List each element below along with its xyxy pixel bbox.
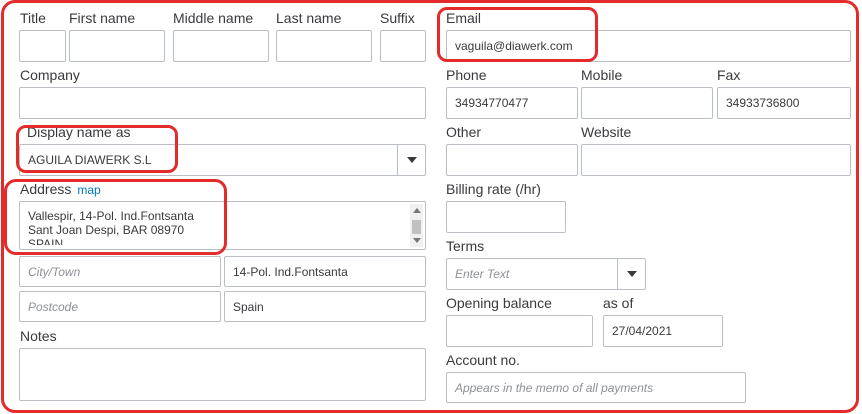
display-name-select[interactable]: AGUILA DIAWERK S.L (19, 144, 426, 176)
email-input[interactable]: vaguila@diawerk.com (446, 30, 851, 62)
first-name-label: First name (69, 10, 136, 26)
country-input[interactable]: Spain (224, 291, 426, 322)
address-textarea[interactable]: Vallespir, 14-Pol. Ind.Fontsanta Sant Jo… (19, 201, 426, 250)
address-line-1: Vallespir, 14-Pol. Ind.Fontsanta (28, 209, 194, 223)
as-of-date-input[interactable]: 27/04/2021 (603, 315, 723, 347)
chevron-down-icon (406, 157, 417, 163)
middle-name-label: Middle name (173, 10, 254, 26)
notes-textarea[interactable] (19, 348, 426, 401)
mobile-input[interactable] (581, 87, 713, 119)
title-label: Title (20, 10, 46, 26)
other-input[interactable] (446, 144, 578, 176)
display-name-value: AGUILA DIAWERK S.L (28, 153, 152, 167)
phone-label: Phone (446, 67, 487, 83)
scroll-up-icon[interactable] (413, 208, 421, 213)
address-scrollbar[interactable] (410, 204, 423, 247)
last-name-label: Last name (276, 10, 342, 26)
postcode-input[interactable]: Postcode (19, 291, 221, 322)
billing-rate-input[interactable] (446, 201, 566, 233)
account-no-label: Account no. (446, 352, 520, 368)
as-of-label: as of (603, 295, 634, 311)
fax-label: Fax (717, 67, 741, 83)
city-placeholder: City/Town (28, 264, 81, 279)
opening-balance-label: Opening balance (446, 295, 552, 311)
postcode-placeholder: Postcode (28, 299, 79, 314)
company-input[interactable] (19, 87, 426, 119)
first-name-input[interactable] (69, 30, 165, 62)
account-no-placeholder: Appears in the memo of all payments (455, 380, 654, 395)
map-link[interactable]: map (77, 183, 100, 197)
address-label: Address map (20, 181, 101, 198)
middle-name-input[interactable] (173, 30, 269, 62)
phone-input[interactable]: 34934770477 (446, 87, 578, 119)
opening-balance-input[interactable] (446, 315, 593, 347)
billing-rate-label: Billing rate (/hr) (446, 181, 541, 197)
title-input[interactable] (19, 30, 66, 62)
chevron-down-icon (626, 271, 637, 277)
last-name-input[interactable] (276, 30, 372, 62)
scroll-thumb[interactable] (412, 220, 421, 234)
state-input[interactable]: 14-Pol. Ind.Fontsanta (224, 256, 426, 287)
fax-input[interactable]: 34933736800 (717, 87, 851, 119)
city-input[interactable]: City/Town (19, 256, 221, 287)
website-label: Website (581, 124, 632, 140)
company-label: Company (20, 67, 80, 83)
terms-label: Terms (446, 238, 485, 254)
other-label: Other (446, 124, 482, 140)
display-name-label: Display name as (27, 124, 131, 140)
terms-placeholder: Enter Text (455, 267, 510, 281)
email-label: Email (446, 10, 482, 26)
address-line-2: Sant Joan Despi, BAR 08970 (28, 223, 185, 237)
terms-dropdown[interactable] (617, 259, 645, 289)
website-input[interactable] (581, 144, 851, 176)
suffix-label: Suffix (380, 10, 415, 26)
address-line-3: SPAIN (28, 237, 64, 245)
account-no-input[interactable]: Appears in the memo of all payments (446, 372, 746, 403)
mobile-label: Mobile (581, 67, 623, 83)
terms-select[interactable]: Enter Text (446, 258, 646, 290)
address-label-text: Address (20, 181, 72, 197)
display-name-dropdown[interactable] (397, 145, 425, 175)
scroll-down-icon[interactable] (413, 238, 421, 243)
notes-label: Notes (20, 328, 57, 344)
suffix-input[interactable] (380, 30, 426, 62)
